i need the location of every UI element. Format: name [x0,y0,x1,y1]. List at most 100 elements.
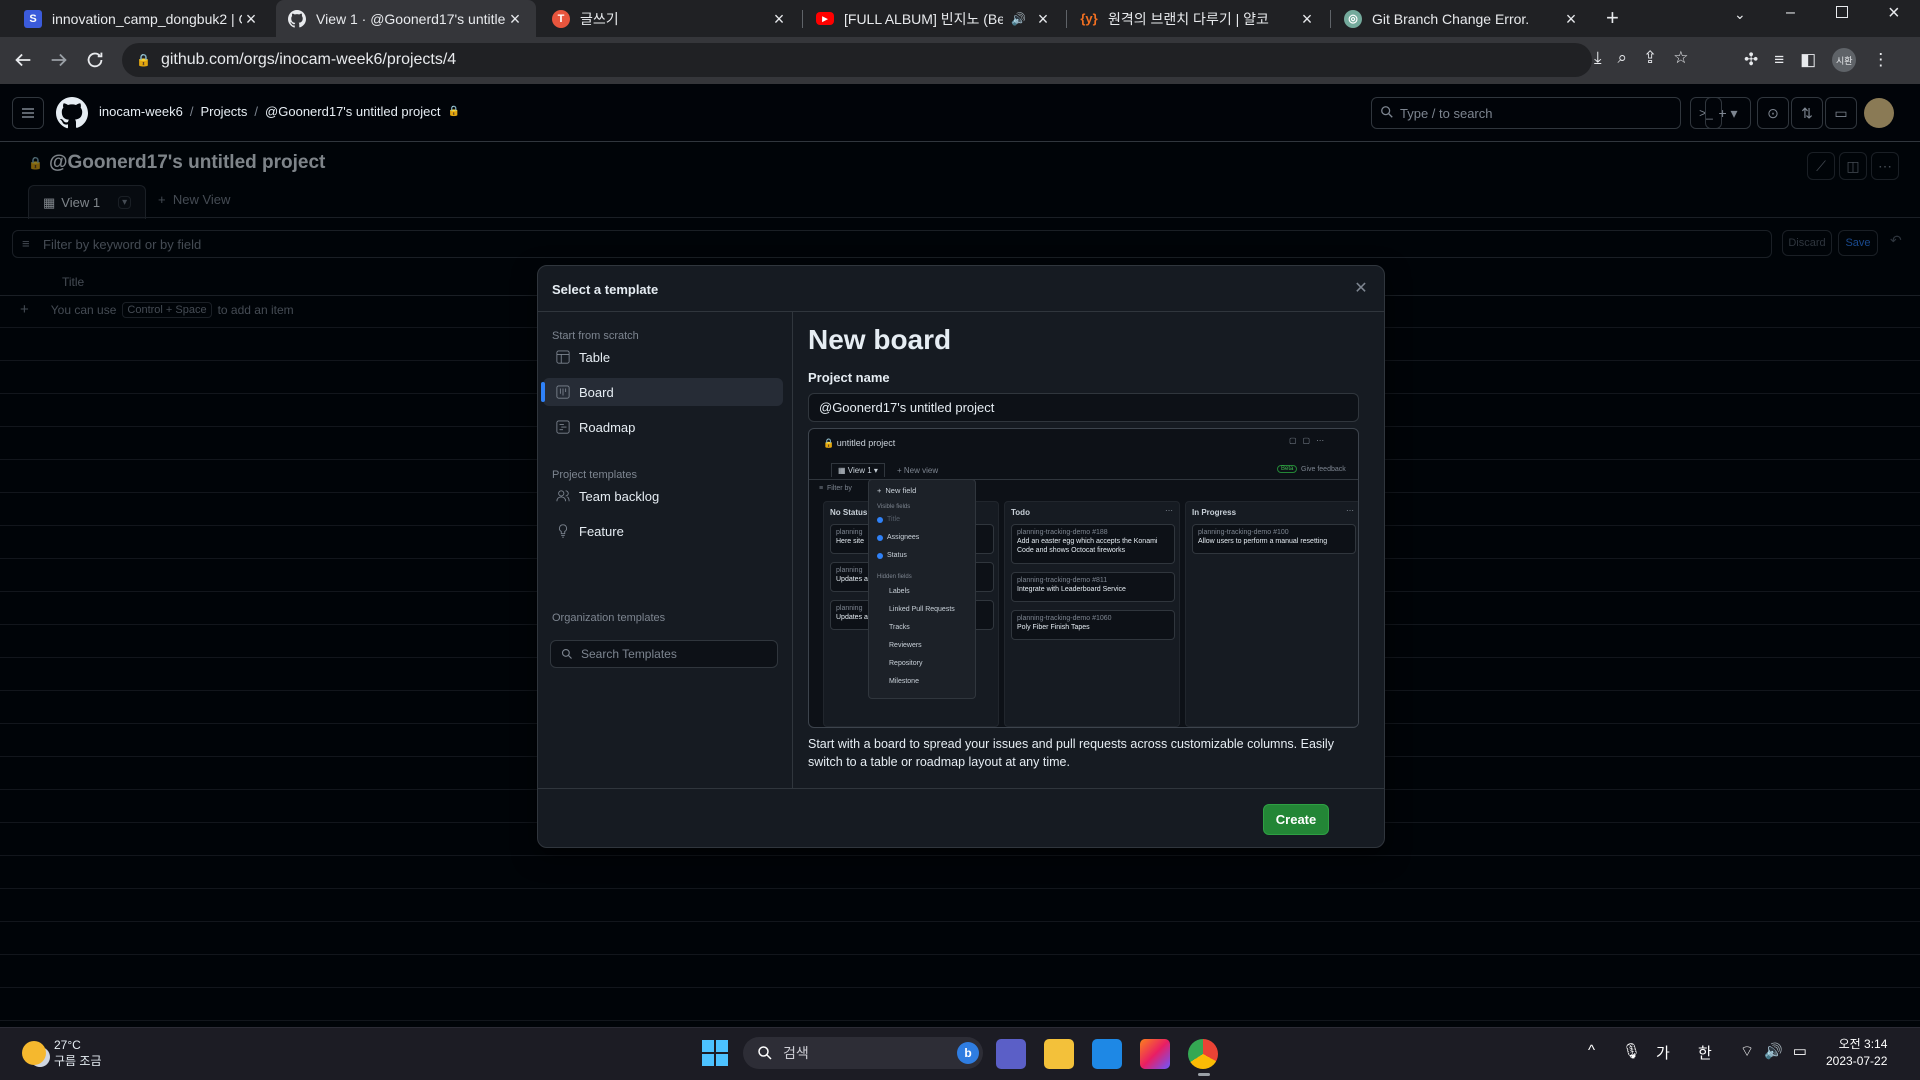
system-tray-icons[interactable]: ⌔ 🔊 ▭ [1740,1042,1807,1061]
profile-avatar[interactable]: 시환 [1832,48,1857,72]
board-preview-image: 🔒 untitled project ▢▢⋯ ▦ View 1 ▾ + New … [808,428,1359,728]
extensions-icon[interactable]: ✣ [1744,50,1758,70]
restore-icon[interactable] [1836,6,1848,18]
browser-tab[interactable]: S innovation_camp_dongbuk2 | G × [12,0,272,37]
breadcrumb: inocam-week6 / Projects / @Goonerd17's u… [99,104,460,119]
address-bar[interactable]: 🔒 github.com/orgs/inocam-week6/projects/… [122,43,1592,77]
bookmark-star-icon[interactable]: ☆ [1673,48,1688,68]
more-options-icon: ⋯ [1165,506,1173,515]
weather-widget[interactable]: 27°C 구름 조금 [22,1037,102,1069]
section-organization-templates: Organization templates [552,612,666,624]
browser-tab[interactable]: ▶ [FULL ALBUM] 빈지노 (Been 🔊 × [804,0,1064,37]
github-search-input[interactable]: Type / to search >_ [1371,97,1722,129]
search-icon [561,648,573,660]
template-item-table[interactable]: Table [543,343,783,371]
github-logo-icon[interactable] [56,97,88,129]
close-tab-icon[interactable]: × [506,10,524,28]
side-panel-icon[interactable]: ◧ [1800,50,1816,70]
chatgpt-icon: ◎ [1344,9,1362,28]
create-button[interactable]: Create [1263,804,1329,835]
speaker-icon[interactable]: 🔊 [1011,12,1026,26]
teams-chat-icon[interactable] [996,1039,1026,1069]
hamburger-menu-icon[interactable] [12,97,44,129]
pull-requests-icon[interactable]: ⇅ [1791,97,1823,129]
preview-filter: ≡ Filter by [819,485,852,492]
url-text: github.com/orgs/inocam-week6/projects/4 [160,51,457,68]
roadmap-icon [556,420,570,434]
vscode-icon[interactable] [1092,1039,1122,1069]
new-tab-icon[interactable]: + [1606,5,1619,31]
browser-tab[interactable]: {y} 원격의 브랜치 다루기 | 얄코 × [1068,0,1328,37]
taskbar-clock[interactable]: 오전 3:14 2023-07-22 [1826,1036,1887,1070]
close-tab-icon[interactable]: × [1034,10,1052,28]
breadcrumb-org[interactable]: inocam-week6 [99,104,183,119]
breadcrumb-projects[interactable]: Projects [200,104,247,119]
taskbar-search[interactable]: 검색 b [743,1037,983,1069]
preview-actions: ▢▢⋯ [1289,436,1331,445]
tistory-icon: T [552,9,570,28]
back-icon[interactable] [12,49,34,71]
template-item-feature[interactable]: Feature [543,517,783,545]
intellij-icon[interactable] [1140,1039,1170,1069]
install-icon[interactable]: ⤓ [1594,48,1602,68]
close-icon[interactable]: ✕ [1352,280,1370,298]
ime-mode-1[interactable]: 가 [1656,1042,1670,1063]
chrome-taskbar-icon[interactable] [1188,1039,1218,1069]
inbox-icon[interactable]: ▭ [1825,97,1857,129]
reload-icon[interactable] [84,49,106,71]
microphone-icon[interactable]: 🎙 [1622,1042,1641,1060]
more-options-icon: ⋯ [1346,506,1354,515]
clock-date: 2023-07-22 [1826,1054,1888,1068]
file-explorer-icon[interactable] [1044,1039,1074,1069]
search-templates-input[interactable]: Search Templates [550,640,778,668]
template-item-board[interactable]: Board [541,378,783,406]
chrome-menu-icon[interactable]: ⋮ [1872,50,1889,70]
close-tab-icon[interactable]: × [242,10,260,28]
preview-card: planning-tracking-demo #100 Allow users t… [1192,524,1356,554]
dialog-footer: Create [538,788,1384,847]
yalco-icon: {y} [1080,11,1098,26]
close-tab-icon[interactable]: × [770,10,788,28]
battery-icon: ▭ [1792,1043,1807,1060]
template-item-roadmap[interactable]: Roadmap [543,413,783,441]
preview-column-in-progress: In Progress ⋯ planning-tracking-demo #10… [1185,501,1358,727]
volume-icon: 🔊 [1764,1043,1783,1060]
template-sidebar: Start from scratch Table Board Roadmap P… [538,312,793,788]
section-start-from-scratch: Start from scratch [552,330,639,342]
preview-view-tab: ▦ View 1 ▾ [831,463,885,477]
breadcrumb-project[interactable]: @Goonerd17's untitled project [265,104,440,119]
browser-tab[interactable]: T 글쓰기 × [540,0,800,37]
omnibox-actions: ⤓ ⌕ ⇪ ☆ [1594,48,1689,68]
tab-search-icon[interactable]: ⌄ [1734,6,1746,23]
preview-beta-badge: Beta [1277,465,1298,473]
template-item-team-backlog[interactable]: Team backlog [543,482,783,510]
select-template-dialog: Select a template ✕ Start from scratch T… [537,265,1385,848]
share-icon[interactable]: ⇪ [1643,48,1657,68]
ime-mode-2[interactable]: 한 [1698,1042,1712,1063]
youtube-icon: ▶ [816,12,834,25]
windows-start-icon[interactable] [702,1040,728,1066]
forward-icon[interactable] [48,49,70,71]
active-app-indicator [1198,1073,1210,1076]
close-tab-icon[interactable]: × [1298,10,1316,28]
close-tab-icon[interactable]: × [1562,10,1580,28]
brand-square-icon: S [24,9,42,28]
tray-overflow-icon[interactable]: ^ [1588,1042,1595,1059]
temperature: 27°C [54,1038,81,1052]
media-control-icon[interactable]: ≡ [1774,50,1784,70]
window-close-icon[interactable]: × [1888,2,1900,25]
github-icon [288,9,306,28]
minimize-icon[interactable]: – [1786,4,1795,22]
template-description: Start with a board to spread your issues… [808,737,1334,769]
user-avatar[interactable] [1864,98,1894,128]
browser-tab[interactable]: ◎ Git Branch Change Error. × [1332,0,1592,37]
template-title: New board [808,324,952,355]
search-icon [1380,105,1394,119]
browser-tab-active[interactable]: View 1 · @Goonerd17's untitled × [276,0,536,37]
issues-icon[interactable]: ⊙ [1757,97,1789,129]
project-name-label: Project name [808,370,890,385]
bing-icon: b [957,1042,979,1064]
project-name-input[interactable] [808,393,1359,422]
zoom-icon[interactable]: ⌕ [1618,48,1628,68]
create-new-icon[interactable]: + ▾ [1705,97,1751,129]
